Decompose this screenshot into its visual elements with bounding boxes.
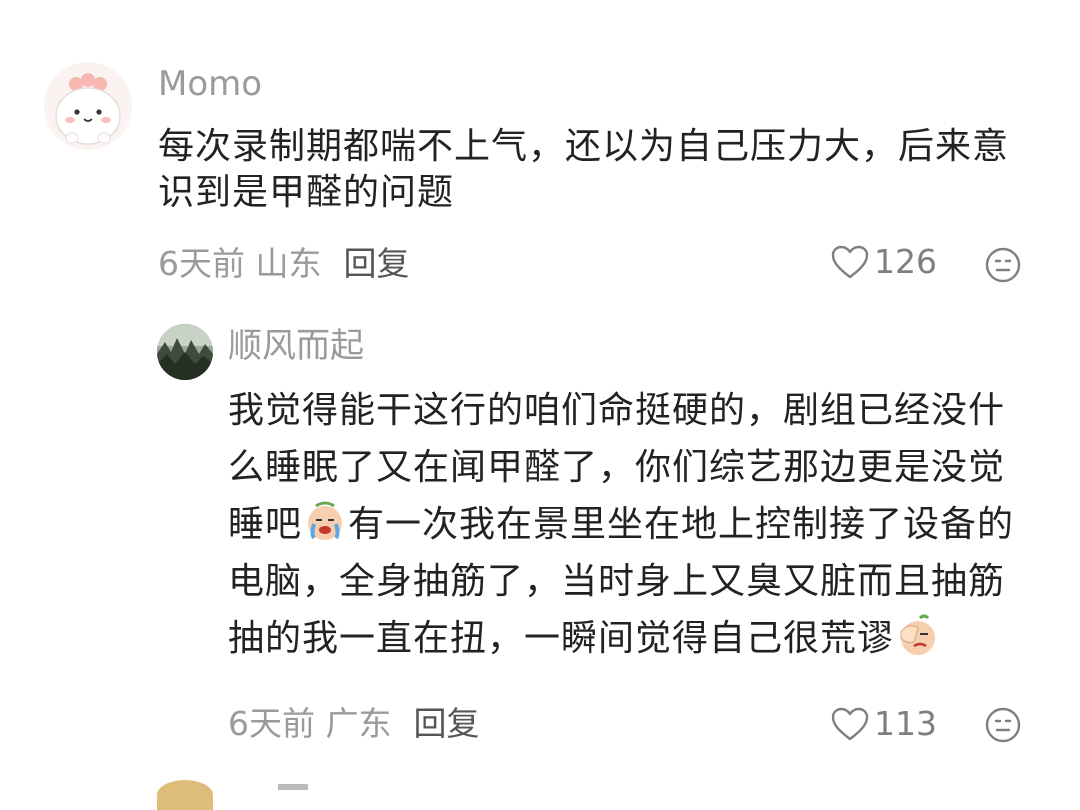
username[interactable]: 顺风而起 [228,326,364,366]
user-avatar[interactable] [157,324,213,380]
next-comment-avatar[interactable] [157,780,213,810]
heart-icon [831,245,869,278]
comment-text: 我觉得能干这行的咱们命挺硬的，剧组已经没什么睡眠了又在闻甲醛了，你们综艺那边更是… [228,382,1020,667]
time-location: 6天前 广东 [228,704,392,743]
time-location: 6天前 山东 [158,244,322,283]
comment-text: 每次录制期都喘不上气，还以为自己压力大，后来意识到是甲醛的问题 [158,126,1010,213]
comment-meta: 6天前 广东 回复 [228,704,480,744]
user-avatar[interactable] [44,62,132,150]
like-button[interactable]: 113 [830,704,937,743]
crying-emoji-icon [308,501,343,540]
heart-icon [831,707,869,740]
comment-meta: 6天前 山东 回复 [158,244,410,284]
cartoon-avatar-icon [44,62,132,150]
like-count: 126 [874,242,937,281]
like-button[interactable]: 126 [830,242,937,281]
facepalm-emoji-icon [900,614,936,655]
forest-avatar-icon [157,324,213,380]
like-count: 113 [874,704,937,743]
dislike-face-icon[interactable] [984,246,1022,284]
reply-button[interactable]: 回复 [344,244,410,283]
next-comment-username [278,784,308,790]
reply-button[interactable]: 回复 [414,704,480,743]
username[interactable]: Momo [158,64,262,104]
dislike-face-icon[interactable] [984,706,1022,744]
